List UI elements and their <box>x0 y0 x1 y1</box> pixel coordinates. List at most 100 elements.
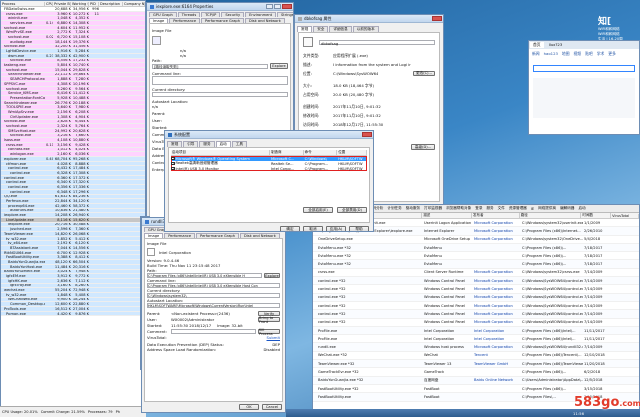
column-header[interactable]: 位置 <box>337 150 367 155</box>
column-header[interactable]: Private B... <box>53 1 71 6</box>
startup-item-row[interactable]: ✓ Intel(R) USB 3.0 Monitor Intel Corpo... C… <box>171 166 367 171</box>
autorun-entry-row[interactable]: control.exe *32 Windows Control Panel Micr… <box>313 319 639 327</box>
apply-button[interactable]: 应用(A) <box>326 226 346 231</box>
autoruns-tab[interactable]: 文件 <box>498 206 505 211</box>
bring-to-front-button[interactable]: Bring to Front <box>258 316 280 324</box>
autoruns-tab[interactable]: 编解码器 <box>560 206 574 211</box>
explore-button[interactable]: Explore <box>270 63 288 69</box>
column-header[interactable]: 启动项目 <box>171 150 270 155</box>
close-button[interactable] <box>432 16 442 21</box>
autorun-entry-row[interactable]: csrss.exe Client Server Runtime Microsoft … <box>313 269 639 278</box>
autoruns-tab[interactable]: 登录 <box>475 206 482 211</box>
tab[interactable]: Image <box>149 18 169 23</box>
column-header[interactable]: Company Name <box>123 1 145 6</box>
autoruns-tab[interactable]: 资源管理器 <box>509 206 527 211</box>
enable-all-button[interactable]: 全部启用(E) <box>303 207 333 213</box>
process-row[interactable]: Ppmon.exe 4,420 K 9,876 K <box>1 311 145 317</box>
startup-item-checkbox[interactable]: ✓ <box>171 161 175 166</box>
autorun-entry-row[interactable]: EvtoMenu.exe *32 EvtoMenu C:\Program Files… <box>313 243 639 253</box>
change-button[interactable]: 更改(C)... <box>413 71 435 76</box>
submit-link[interactable]: Submit <box>267 335 280 340</box>
file-name-field[interactable]: dbkofsag <box>319 39 435 46</box>
column-header[interactable]: Process <box>1 1 45 6</box>
column-header[interactable]: 路径 <box>520 213 582 218</box>
autorun-entry-row[interactable]: control.exe *32 Windows Control Panel Micr… <box>313 277 639 286</box>
autorun-entry-row[interactable]: control.exe *32 Windows Control Panel Micr… <box>313 293 639 302</box>
autostart-field[interactable]: HKLM\SOFTWARE\Microsoft\Windows\CurrentV… <box>147 303 280 308</box>
startup-item-checkbox[interactable]: ✓ <box>171 166 175 171</box>
tab[interactable]: Performance Graph <box>201 18 244 23</box>
tab[interactable]: Performance <box>169 18 201 23</box>
autorun-entry-row[interactable]: rundll.exe Windows host process Microsoft … <box>313 343 639 352</box>
column-header[interactable]: Description <box>99 1 123 6</box>
minimize-button[interactable] <box>266 4 273 9</box>
browser-nav-link[interactable]: hao123 <box>544 51 558 57</box>
tab[interactable]: Threads <box>177 12 201 17</box>
tab[interactable]: 详细信息 <box>329 26 352 32</box>
help-button[interactable]: 帮助 <box>349 226 369 231</box>
command-line-field[interactable] <box>152 76 288 85</box>
autorun-entry-row[interactable]: control.exe *32 Windows Control Panel Micr… <box>313 285 639 294</box>
browser-nav-link[interactable]: 更多 <box>608 51 616 57</box>
tab[interactable]: GPU Graph <box>149 12 177 17</box>
tab[interactable]: Image <box>144 233 164 238</box>
tab[interactable]: Performance Graph <box>196 233 239 238</box>
tab[interactable]: 启动 <box>215 141 231 147</box>
browser-search-box[interactable] <box>533 65 635 72</box>
cancel-button[interactable]: 取消 <box>303 226 323 231</box>
autoruns-tab[interactable]: 网络提供商 <box>538 206 556 211</box>
tab[interactable]: Disk and Network <box>245 18 285 23</box>
clock[interactable]: 11:56 <box>573 411 584 416</box>
tab[interactable]: 安全 <box>313 26 329 32</box>
ok-button[interactable]: OK <box>239 404 259 410</box>
browser-tab-second[interactable]: Ilux?23 <box>546 42 566 48</box>
autorun-entry-row[interactable]: control.exe *32 Windows Control Panel Micr… <box>313 310 639 319</box>
tab[interactable]: 常规 <box>167 141 183 147</box>
tab[interactable]: 工具 <box>231 141 247 147</box>
browser-nav-link[interactable]: 学术 <box>597 51 605 57</box>
column-header[interactable]: PID <box>89 1 99 6</box>
column-header[interactable]: VirusTotal <box>611 213 639 218</box>
column-header[interactable]: 发布者 <box>472 213 520 218</box>
tab[interactable]: 引导 <box>183 141 199 147</box>
close-button[interactable] <box>362 132 372 137</box>
startup-item-row[interactable]: ✓ Realtek高清晰音频管理器 Realtek Se... C:\Program.… <box>171 161 367 166</box>
autorun-entry-row[interactable]: ProFile.exe Intel Corporation Intel Corpor… <box>313 335 639 344</box>
autorun-entry-row[interactable]: ProFile.exe Intel Corporation Intel Corpor… <box>313 326 639 336</box>
autorun-entry-row[interactable]: TeamViewer.exe *32 TeamViewer 13 TeamViewe… <box>313 360 639 369</box>
explore-button[interactable]: Explore <box>264 273 280 278</box>
close-button[interactable] <box>282 4 292 9</box>
msconfig-startup-list[interactable]: ✓ Microsoft® Windows® Operating System Mic… <box>171 156 367 171</box>
comment-field[interactable] <box>171 329 256 334</box>
column-header[interactable]: 制造商 <box>270 150 304 155</box>
kill-process-button[interactable]: Kill Process <box>258 328 280 336</box>
autoruns-tab[interactable]: 计划任务 <box>387 206 401 211</box>
autoruns-tab[interactable]: 浏览器帮助对象 <box>446 206 471 211</box>
autorun-entry-row[interactable]: OneDriveSetup.exe Microsoft OneDrive Setu… <box>313 236 639 244</box>
maximize-button[interactable] <box>274 4 281 9</box>
tab[interactable]: Performance <box>164 233 196 238</box>
current-directory-field[interactable] <box>152 92 288 97</box>
column-header[interactable]: 描述 <box>422 213 473 218</box>
browser-nav-link[interactable]: 地图 <box>562 51 570 57</box>
tab[interactable]: 常规 <box>297 26 313 32</box>
startup-item-checkbox[interactable]: ✓ <box>171 156 175 161</box>
autorun-entry-row[interactable]: EvtoMenu.exe *32 EvtoMenu C:\Program Files… <box>313 252 639 261</box>
autorun-entry-row[interactable]: WeChat.exe *32 WeChat Tencent C:\Program Fi… <box>313 352 639 361</box>
advanced-button[interactable]: 高级(D)... <box>411 144 435 150</box>
tab[interactable]: Security <box>221 12 245 17</box>
autoruns-tab[interactable]: 启动 <box>578 206 585 211</box>
tab[interactable]: Strings <box>277 12 293 17</box>
disable-all-button[interactable]: 全部禁用(D) <box>337 207 367 213</box>
tab[interactable]: Disk and Network <box>240 233 280 238</box>
autorun-entry-row[interactable]: control.exe *32 Windows Control Panel Micr… <box>313 302 639 311</box>
column-header[interactable]: Working Set <box>71 1 89 6</box>
process-list[interactable]: FBDataSwiss.exe 20,688 K 34,956 K 996 csrss.… <box>1 7 145 317</box>
tab[interactable]: 以前的版本 <box>352 26 379 32</box>
tab[interactable]: Environment <box>245 12 277 17</box>
browser-nav-link[interactable]: 贴吧 <box>585 51 593 57</box>
autoruns-tab[interactable]: 驱动服务 <box>406 206 420 211</box>
cancel-button[interactable]: Cancel <box>262 404 282 410</box>
autorun-entry-row[interactable]: FastBootUtility.exe *32 FastBoot C:\Progra… <box>313 385 639 394</box>
ok-button[interactable]: 确定 <box>280 226 300 231</box>
